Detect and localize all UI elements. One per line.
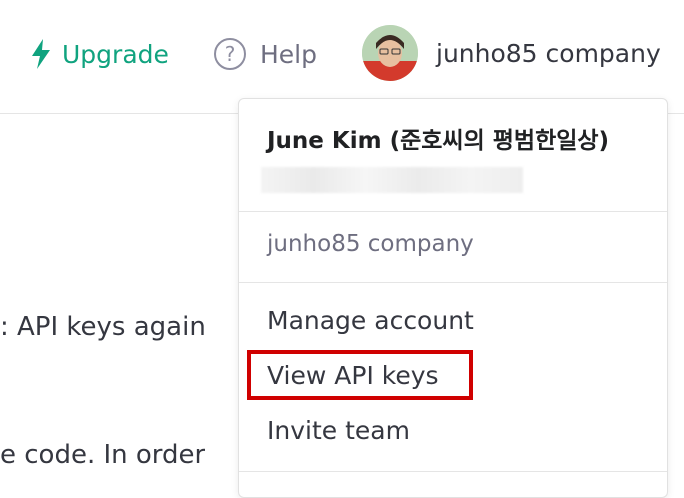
page-text-line: : API keys again [0,312,206,342]
avatar [362,25,418,81]
user-name: June Kim (준호씨의 평범한일상) [267,128,610,154]
organization-name[interactable]: junho85 company [267,231,474,257]
help-label: Help [260,39,317,69]
highlight-box [247,350,473,400]
account-label: junho85 company [436,38,661,68]
menu-item-invite-team[interactable]: Invite team [267,416,410,445]
divider [239,211,667,212]
account-menu-button[interactable]: junho85 company [362,24,661,82]
lightning-icon [32,39,50,69]
help-icon: ? [214,38,246,70]
help-button[interactable]: ? Help [214,35,317,73]
divider [239,471,667,472]
page-text-line: e code. In order [0,440,206,470]
account-dropdown-menu: June Kim (준호씨의 평범한일상) junho85 company Ma… [238,98,668,498]
top-bar: Upgrade ? Help junho85 company [0,0,684,114]
redacted-email [261,167,523,193]
upgrade-button[interactable]: Upgrade [30,36,169,72]
upgrade-label: Upgrade [62,39,169,69]
divider [239,282,667,283]
menu-item-manage-account[interactable]: Manage account [267,306,474,335]
